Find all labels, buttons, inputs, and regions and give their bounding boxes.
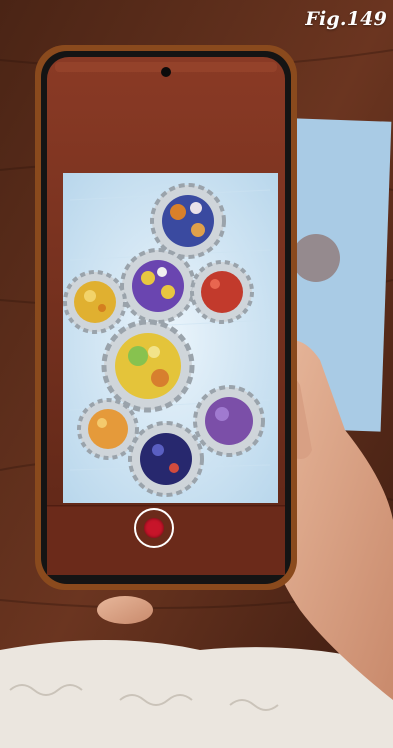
record-icon — [144, 518, 164, 538]
scene-illustration — [0, 0, 393, 748]
gear-icon — [190, 260, 254, 324]
record-button[interactable] — [134, 508, 174, 548]
gear-icon — [193, 385, 265, 457]
figure-label: Fig.149 — [305, 8, 387, 30]
gear-icon — [150, 183, 226, 259]
gear-icon — [63, 270, 127, 334]
gear-icon — [101, 319, 195, 413]
gear-icon — [128, 421, 204, 497]
gear-icon — [120, 248, 196, 324]
gear-icon — [77, 398, 139, 460]
photo-scene: Fig.149 — [0, 0, 393, 748]
